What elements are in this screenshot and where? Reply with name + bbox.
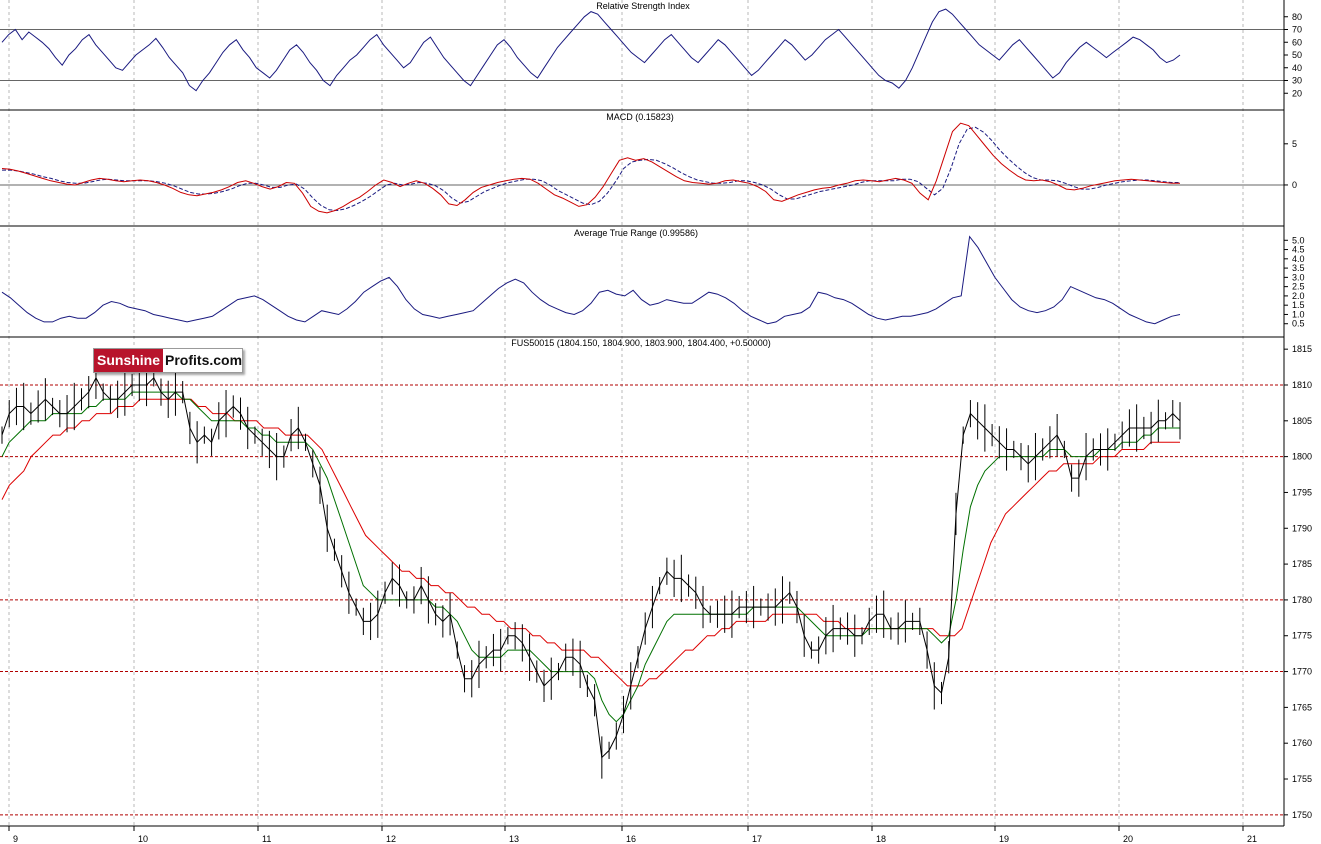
rsi-tick-label: 40 (1292, 63, 1302, 73)
price-tick-label: 1790 (1292, 523, 1312, 533)
rsi-tick-label: 70 (1292, 25, 1302, 35)
atr-tick-label: 0.5 (1292, 319, 1305, 329)
price-title: FUS50015 (1804.150, 1804.900, 1803.900, … (511, 338, 770, 348)
price-tick-label: 1775 (1292, 631, 1312, 641)
price-tick-label: 1815 (1292, 344, 1312, 354)
macd-title: MACD (0.15823) (606, 112, 674, 122)
rsi-title: Relative Strength Index (596, 1, 690, 11)
day-label-10: 10 (138, 834, 148, 844)
day-label-18: 18 (876, 834, 886, 844)
price-tick-label: 1805 (1292, 416, 1312, 426)
macd-tick-label: 0 (1292, 180, 1297, 190)
sunshine-profits-logo: Sunshine Profits.com (93, 348, 243, 373)
price-tick-label: 1795 (1292, 487, 1312, 497)
macd-tick-label: 5 (1292, 139, 1297, 149)
day-label-12: 12 (386, 834, 396, 844)
price-tick-label: 1765 (1292, 702, 1312, 712)
logo-part-profits: Profits.com (165, 352, 243, 368)
price-tick-label: 1750 (1292, 810, 1312, 820)
rsi-tick-label: 20 (1292, 88, 1302, 98)
atr-title: Average True Range (0.99586) (574, 228, 698, 238)
price-tick-label: 1760 (1292, 738, 1312, 748)
day-label-16: 16 (626, 834, 636, 844)
chart-canvas: 9 10 11 12 13 16 17 18 19 20 2180706050403020505.0… (0, 0, 1321, 844)
logo-part-sunshine: Sunshine (94, 349, 164, 372)
day-label-17: 17 (752, 834, 762, 844)
price-tick-label: 1770 (1292, 667, 1312, 677)
day-label-13: 13 (509, 834, 519, 844)
price-tick-label: 1755 (1292, 774, 1312, 784)
price-tick-label: 1800 (1292, 452, 1312, 462)
rsi-tick-label: 50 (1292, 50, 1302, 60)
rsi-tick-label: 80 (1292, 12, 1302, 22)
rsi-tick-label: 60 (1292, 37, 1302, 47)
day-label-11: 11 (262, 834, 271, 844)
rsi-tick-label: 30 (1292, 76, 1302, 86)
day-label-9: 9 (13, 834, 18, 844)
price-tick-label: 1810 (1292, 380, 1312, 390)
day-label-20: 20 (1123, 834, 1133, 844)
price-tick-label: 1785 (1292, 559, 1312, 569)
price-tick-label: 1780 (1292, 595, 1312, 605)
day-label-21: 21 (1247, 834, 1257, 844)
day-label-19: 19 (999, 834, 1009, 844)
